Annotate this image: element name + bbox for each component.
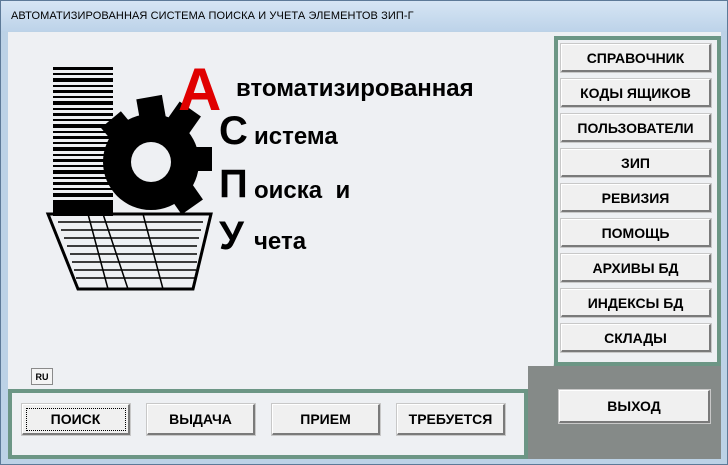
- logo-word-4: чета: [254, 228, 307, 255]
- search-button[interactable]: ПОИСК: [22, 404, 130, 435]
- zip-button[interactable]: ЗИП: [561, 149, 711, 177]
- app-logo: А С П У втоматизированная истема оиска и…: [8, 32, 548, 362]
- logo-letter-p: П: [219, 162, 248, 206]
- logo-letter-a: А: [178, 56, 222, 123]
- main-window: АВТОМАТИЗИРОВАННАЯ СИСТЕМА ПОИСКА И УЧЕТ…: [0, 0, 728, 465]
- language-indicator[interactable]: RU: [31, 368, 53, 385]
- logo-word-3: оиска и: [254, 177, 351, 204]
- client-area: А С П У втоматизированная истема оиска и…: [8, 32, 721, 459]
- revision-button[interactable]: РЕВИЗИЯ: [561, 184, 711, 212]
- directory-button[interactable]: СПРАВОЧНИК: [561, 44, 711, 72]
- title-bar[interactable]: АВТОМАТИЗИРОВАННАЯ СИСТЕМА ПОИСКА И УЧЕТ…: [1, 1, 727, 31]
- box-codes-button[interactable]: КОДЫ ЯЩИКОВ: [561, 79, 711, 107]
- warehouses-button[interactable]: СКЛАДЫ: [561, 324, 711, 352]
- receive-button[interactable]: ПРИЕМ: [272, 404, 380, 435]
- logo-letter-s: С: [219, 109, 248, 153]
- issue-button[interactable]: ВЫДАЧА: [147, 404, 255, 435]
- help-button[interactable]: ПОМОЩЬ: [561, 219, 711, 247]
- exit-button[interactable]: ВЫХОД: [559, 390, 710, 423]
- logo-letter-u: У: [219, 214, 244, 258]
- window-title: АВТОМАТИЗИРОВАННАЯ СИСТЕМА ПОИСКА И УЧЕТ…: [11, 10, 414, 22]
- logo-word-2: истема: [254, 123, 338, 150]
- users-button[interactable]: ПОЛЬЗОВАТЕЛИ: [561, 114, 711, 142]
- db-indexes-button[interactable]: ИНДЕКСЫ БД: [561, 289, 711, 317]
- required-button[interactable]: ТРЕБУЕТСЯ: [397, 404, 505, 435]
- db-archives-button[interactable]: АРХИВЫ БД: [561, 254, 711, 282]
- logo-word-1: втоматизированная: [236, 75, 474, 102]
